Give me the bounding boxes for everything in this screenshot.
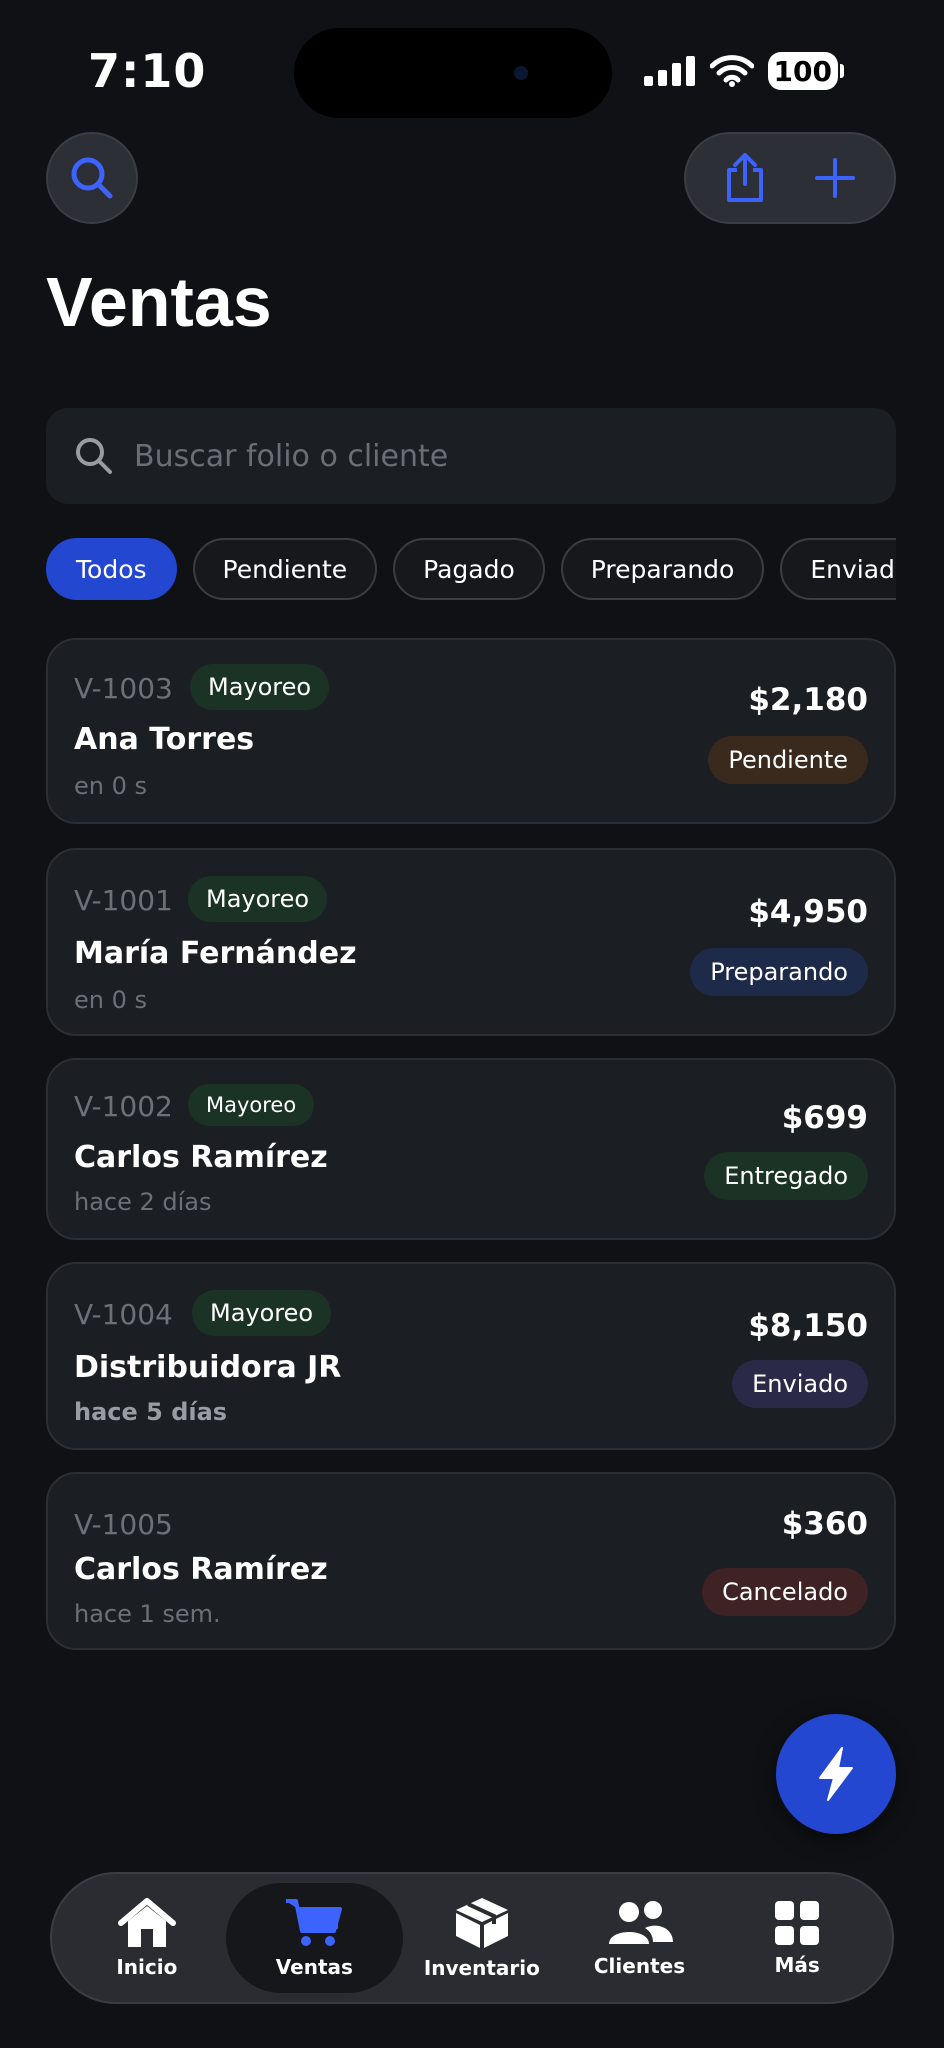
order-status-badge: Pendiente [708, 736, 868, 784]
filter-chip-pagado[interactable]: Pagado [393, 538, 545, 600]
filter-chips: Todos Pendiente Pagado Preparando Enviad… [46, 538, 896, 604]
tab-label: Inventario [423, 1956, 540, 1980]
order-folio: V-1001 [74, 884, 173, 917]
tab-label: Más [774, 1953, 820, 1977]
order-time: en 0 s [74, 772, 148, 800]
order-card[interactable]: V-1004 Mayoreo Distribuidora JR hace 5 d… [46, 1262, 896, 1450]
order-folio: V-1005 [74, 1508, 173, 1541]
order-folio: V-1004 [74, 1298, 173, 1331]
order-amount: $8,150 [748, 1308, 868, 1344]
order-client: María Fernández [74, 936, 357, 971]
order-client: Carlos Ramírez [74, 1140, 328, 1175]
order-folio: V-1003 [74, 672, 173, 705]
tab-bar: Inicio Ventas Inventario Clientes Más [50, 1872, 894, 2004]
order-time: en 0 s [74, 986, 148, 1014]
box-icon [455, 1898, 508, 1948]
order-folio: V-1002 [74, 1090, 173, 1123]
order-card[interactable]: V-1001 Mayoreo María Fernández en 0 s $4… [46, 848, 896, 1036]
status-time: 7:10 [88, 44, 207, 98]
status-icons: 100 [643, 52, 844, 90]
order-amount: $360 [781, 1506, 868, 1542]
header-actions [684, 132, 896, 224]
tab-label: Inicio [116, 1955, 178, 1979]
order-tag: Mayoreo [188, 1084, 315, 1126]
dynamic-island [294, 28, 612, 118]
filter-chip-preparando[interactable]: Preparando [560, 538, 765, 600]
order-time: hace 5 días [74, 1398, 228, 1426]
order-card[interactable]: V-1002 Mayoreo Carlos Ramírez hace 2 día… [46, 1058, 896, 1240]
home-icon [117, 1898, 176, 1947]
share-icon[interactable] [723, 152, 767, 204]
filter-chip-enviado[interactable]: Enviado [780, 538, 896, 600]
bolt-icon [819, 1747, 853, 1801]
grid-icon [775, 1901, 820, 1945]
cart-icon [286, 1899, 343, 1946]
order-tag: Mayoreo [188, 876, 328, 922]
search-button[interactable] [46, 132, 138, 224]
order-amount: $4,950 [748, 894, 868, 930]
battery-indicator: 100 [767, 52, 844, 90]
camera-icon [514, 66, 528, 80]
search-icon [76, 438, 112, 474]
order-status-badge: Cancelado [702, 1568, 868, 1616]
order-status-badge: Preparando [690, 948, 868, 996]
order-amount: $2,180 [748, 682, 868, 718]
filter-chip-todos[interactable]: Todos [46, 538, 177, 600]
order-client: Ana Torres [74, 722, 255, 757]
tab-inventario[interactable]: Inventario [403, 1883, 561, 1993]
order-amount: $699 [781, 1100, 868, 1136]
order-client: Carlos Ramírez [74, 1552, 328, 1587]
order-client: Distribuidora JR [74, 1350, 342, 1385]
quick-action-button[interactable] [776, 1714, 896, 1834]
tab-label: Clientes [593, 1954, 686, 1978]
tab-clientes[interactable]: Clientes [561, 1883, 719, 1993]
order-status-badge: Entregado [704, 1152, 868, 1200]
order-time: hace 1 sem. [74, 1600, 221, 1628]
search-input[interactable] [132, 437, 836, 475]
search-icon [71, 157, 113, 199]
search-field[interactable] [46, 408, 896, 504]
tab-inicio[interactable]: Inicio [68, 1883, 226, 1993]
order-tag: Mayoreo [192, 1290, 332, 1336]
tab-label: Ventas [275, 1955, 353, 1979]
tab-ventas[interactable]: Ventas [225, 1883, 404, 1993]
filter-chip-pendiente[interactable]: Pendiente [192, 538, 378, 600]
order-tag: Mayoreo [190, 664, 330, 710]
signal-icon [643, 56, 695, 86]
add-icon[interactable] [813, 156, 857, 200]
tab-mas[interactable]: Más [718, 1883, 876, 1993]
order-time: hace 2 días [74, 1188, 212, 1216]
order-status-badge: Enviado [732, 1360, 868, 1408]
order-card[interactable]: V-1005 Carlos Ramírez hace 1 sem. $360 C… [46, 1472, 896, 1650]
order-card[interactable]: V-1003 Mayoreo Ana Torres en 0 s $2,180 … [46, 638, 896, 824]
wifi-icon [709, 55, 754, 87]
battery-level: 100 [767, 52, 838, 90]
people-icon [608, 1901, 673, 1944]
page-title: Ventas [46, 263, 272, 341]
